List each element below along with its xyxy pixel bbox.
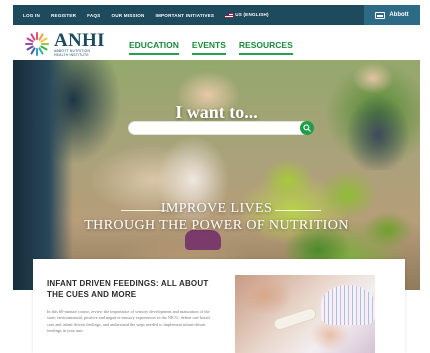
abbott-button[interactable]: Abbott bbox=[364, 5, 420, 25]
abbott-logo-icon bbox=[375, 11, 386, 19]
course-description: In this 60-minute course, review the imp… bbox=[47, 309, 210, 334]
nav-education[interactable]: EDUCATION bbox=[129, 40, 179, 55]
search-input[interactable] bbox=[128, 121, 312, 135]
search-icon bbox=[303, 124, 311, 132]
our-mission-link[interactable]: OUR MISSION bbox=[111, 13, 144, 18]
utility-bar: LOG IN REGISTER FAQS OUR MISSION IMPORTA… bbox=[13, 5, 420, 25]
infant-hat-image bbox=[321, 285, 375, 325]
language-label: US (English) bbox=[235, 12, 269, 18]
logo-wordmark: ANHI ABBOTT NUTRITION HEALTH INSTITUTE bbox=[54, 29, 105, 57]
anhi-starburst-icon bbox=[25, 32, 49, 56]
tagline-line-2: THROUGH THE POWER OF NUTRITION bbox=[84, 218, 349, 233]
login-link[interactable]: LOG IN bbox=[23, 13, 40, 18]
hero-tagline: IMPROVE LIVES THROUGH THE POWER OF NUTRI… bbox=[13, 200, 420, 234]
course-image[interactable] bbox=[235, 275, 375, 353]
nav-resources[interactable]: RESOURCES bbox=[238, 40, 293, 55]
tagline-line-1: IMPROVE LIVES bbox=[160, 201, 273, 216]
anhi-logo[interactable]: ANHI ABBOTT NUTRITION HEALTH INSTITUTE bbox=[24, 31, 105, 57]
featured-course-card: INFANT DRIVEN FEEDINGS: ALL ABOUT THE CU… bbox=[33, 259, 405, 353]
hero-photo-adult bbox=[13, 60, 73, 290]
course-title[interactable]: INFANT DRIVEN FEEDINGS: ALL ABOUT THE CU… bbox=[47, 279, 217, 300]
utility-links: LOG IN REGISTER FAQS OUR MISSION IMPORTA… bbox=[23, 12, 269, 18]
search-button[interactable] bbox=[300, 121, 314, 135]
language-selector[interactable]: US (English) bbox=[225, 12, 269, 18]
register-link[interactable]: REGISTER bbox=[51, 13, 76, 18]
abbott-label: Abbott bbox=[389, 12, 409, 18]
main-nav: EDUCATION EVENTS RESOURCES bbox=[129, 40, 293, 55]
hero-banner: I want to... IMPROVE LIVES THROUGH THE P… bbox=[13, 60, 420, 290]
nav-events[interactable]: EVENTS bbox=[191, 40, 226, 55]
logo-main-text: ANHI bbox=[54, 29, 105, 51]
us-flag-icon bbox=[225, 12, 234, 18]
logo-sub-text-2: HEALTH INSTITUTE bbox=[54, 52, 89, 57]
hero-question: I want to... bbox=[175, 102, 258, 122]
feeding-bottle-image bbox=[272, 306, 318, 332]
faqs-link[interactable]: FAQS bbox=[87, 13, 100, 18]
important-initiatives-link[interactable]: IMPORTANT INITIATIVES bbox=[156, 13, 215, 18]
